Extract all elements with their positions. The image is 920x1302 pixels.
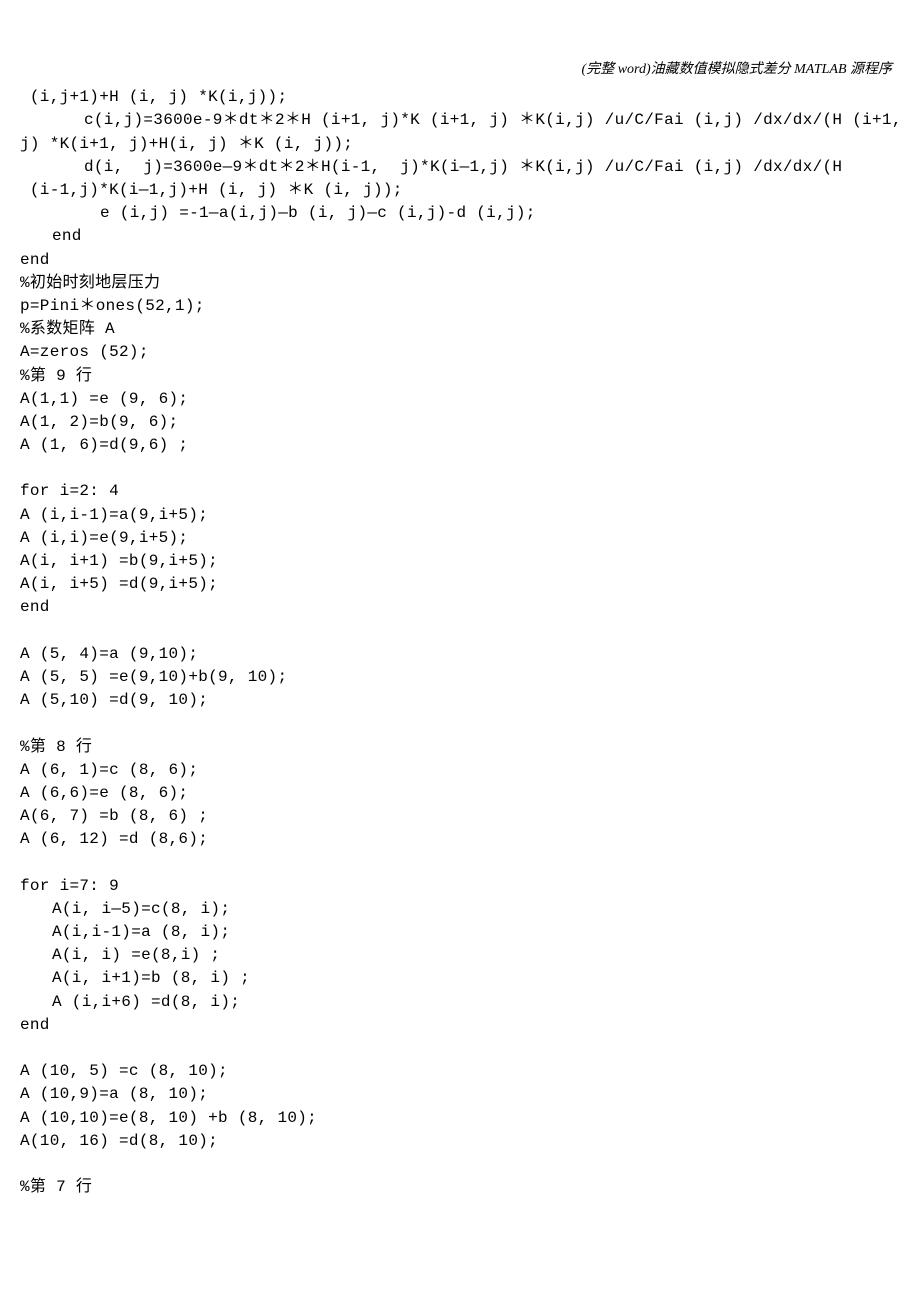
- code-line: (i-1,j)*K(i—1,j)+H (i, j) ＊K (i, j));: [20, 179, 900, 202]
- code-line: e (i,j) =-1—a(i,j)—b (i, j)—c (i,j)-d (i…: [20, 202, 900, 225]
- code-line: A (6, 12) =d (8,6);: [20, 828, 900, 851]
- code-line: A (10,10)=e(8, 10) +b (8, 10);: [20, 1107, 900, 1130]
- code-line: A (i,i)=e(9,i+5);: [20, 527, 900, 550]
- page-header: (完整 word)油藏数值模拟隐式差分 MATLAB 源程序: [20, 60, 900, 80]
- code-line: for i=7: 9: [20, 875, 900, 898]
- code-line: %第 8 行: [20, 736, 900, 759]
- document-page: (完整 word)油藏数值模拟隐式差分 MATLAB 源程序 (i,j+1)+H…: [0, 0, 920, 1239]
- code-block: (i,j+1)+H (i, j) *K(i,j));c(i,j)=3600e-9…: [20, 86, 900, 1199]
- code-line: end: [20, 249, 900, 272]
- code-line: A(10, 16) =d(8, 10);: [20, 1130, 900, 1153]
- code-line: A(i, i+5) =d(9,i+5);: [20, 573, 900, 596]
- code-line: A (6,6)=e (8, 6);: [20, 782, 900, 805]
- code-line: end: [20, 596, 900, 619]
- code-line: A(i, i+1) =b(9,i+5);: [20, 550, 900, 573]
- code-line: A=zeros (52);: [20, 341, 900, 364]
- blank-line: [20, 1037, 900, 1060]
- code-line: %第 9 行: [20, 365, 900, 388]
- code-line: A(i, i+1)=b (8, i) ;: [20, 967, 900, 990]
- code-line: %系数矩阵 A: [20, 318, 900, 341]
- code-line: %初始时刻地层压力: [20, 272, 900, 295]
- code-line: for i=2: 4: [20, 480, 900, 503]
- code-line: end: [20, 225, 900, 248]
- code-line: p=Pini＊ones(52,1);: [20, 295, 900, 318]
- code-line: A(6, 7) =b (8, 6) ;: [20, 805, 900, 828]
- blank-line: [20, 1153, 900, 1176]
- code-line: A (10, 5) =c (8, 10);: [20, 1060, 900, 1083]
- code-line: A (i,i+6) =d(8, i);: [20, 991, 900, 1014]
- code-line: A(i, i—5)=c(8, i);: [20, 898, 900, 921]
- code-line: A (1, 6)=d(9,6) ;: [20, 434, 900, 457]
- code-line: c(i,j)=3600e-9＊dt＊2＊H (i+1, j)*K (i+1, j…: [20, 109, 900, 132]
- blank-line: [20, 620, 900, 643]
- code-line: %第 7 行: [20, 1176, 900, 1199]
- code-line: A(i, i) =e(8,i) ;: [20, 944, 900, 967]
- code-line: A (i,i-1)=a(9,i+5);: [20, 504, 900, 527]
- code-line: A (5, 5) =e(9,10)+b(9, 10);: [20, 666, 900, 689]
- blank-line: [20, 457, 900, 480]
- blank-line: [20, 851, 900, 874]
- code-line: A (6, 1)=c (8, 6);: [20, 759, 900, 782]
- code-line: A(1,1) =e (9, 6);: [20, 388, 900, 411]
- code-line: A(1, 2)=b(9, 6);: [20, 411, 900, 434]
- code-line: A (5,10) =d(9, 10);: [20, 689, 900, 712]
- code-line: A(i,i-1)=a (8, i);: [20, 921, 900, 944]
- blank-line: [20, 712, 900, 735]
- code-line: A (10,9)=a (8, 10);: [20, 1083, 900, 1106]
- code-line: d(i, j)=3600e—9＊dt＊2＊H(i-1, j)*K(i—1,j) …: [20, 156, 900, 179]
- code-line: end: [20, 1014, 900, 1037]
- code-line: A (5, 4)=a (9,10);: [20, 643, 900, 666]
- code-line: (i,j+1)+H (i, j) *K(i,j));: [20, 86, 900, 109]
- code-line: j) *K(i+1, j)+H(i, j) ＊K (i, j));: [20, 133, 900, 156]
